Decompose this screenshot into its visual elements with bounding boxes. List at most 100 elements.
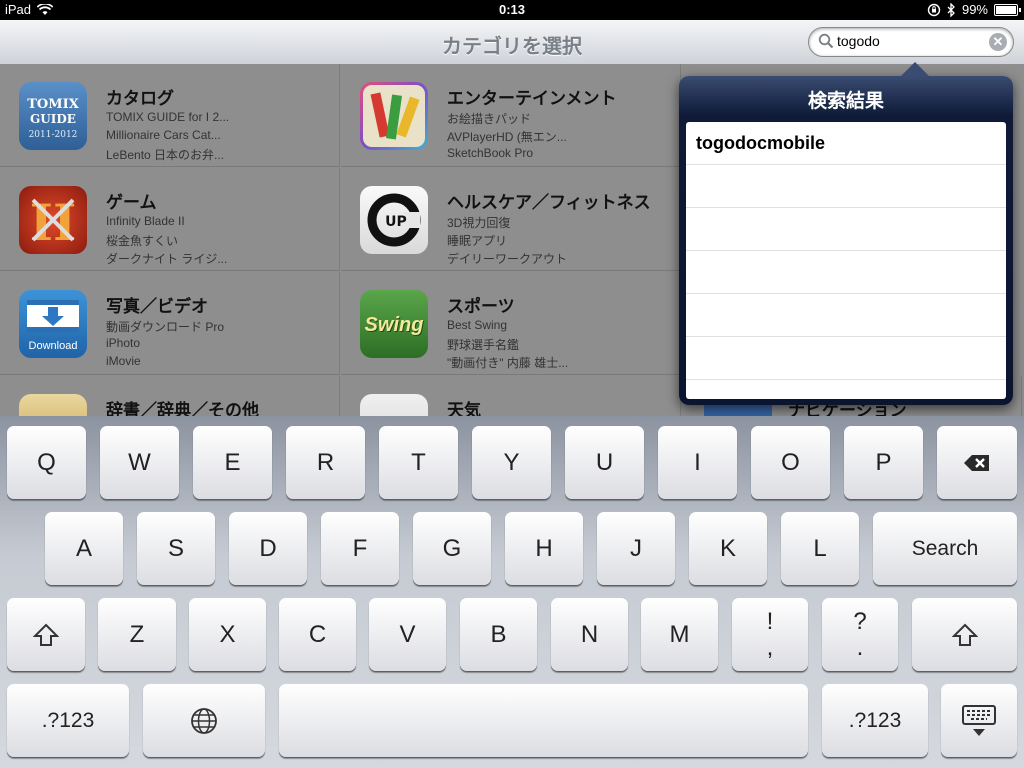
app-name: 睡眠アプリ bbox=[447, 234, 508, 248]
key-i[interactable]: I bbox=[658, 426, 737, 499]
result-row bbox=[686, 165, 1006, 208]
category-photo-video[interactable]: Download 写真／ビデオ 動画ダウンロード Pro iPhoto iMov… bbox=[0, 272, 340, 375]
key-c[interactable]: C bbox=[279, 598, 356, 671]
app-name: Infinity Blade II bbox=[106, 214, 185, 228]
backspace-icon bbox=[964, 454, 989, 471]
navigation-bar: カテゴリを選択 ✕ bbox=[0, 20, 1024, 65]
space-key[interactable] bbox=[279, 684, 808, 757]
shift-key-right[interactable] bbox=[912, 598, 1017, 671]
key-y[interactable]: Y bbox=[472, 426, 551, 499]
key-l[interactable]: L bbox=[781, 512, 859, 585]
category-name: 辞書／辞典／その他 bbox=[106, 401, 259, 416]
key-d[interactable]: D bbox=[229, 512, 307, 585]
popover-arrow bbox=[901, 62, 929, 76]
app-name: 3D視力回復 bbox=[447, 216, 511, 230]
results-list: togodocmobile bbox=[686, 122, 1006, 399]
svg-text:UP: UP bbox=[385, 214, 407, 230]
category-name: 写真／ビデオ bbox=[106, 297, 208, 316]
key-m[interactable]: M bbox=[641, 598, 718, 671]
app-name: Millionaire Cars Cat... bbox=[106, 128, 221, 142]
category-sports[interactable]: Swing スポーツ Best Swing 野球選手名鑑 "動画付き" 内藤 雄… bbox=[341, 272, 681, 375]
app-name: ダークナイト ライジ... bbox=[106, 252, 228, 266]
category-name: エンターテインメント bbox=[447, 89, 617, 108]
globe-icon bbox=[191, 707, 217, 734]
key-s[interactable]: S bbox=[137, 512, 215, 585]
tomix-guide-icon: TOMIX GUIDE 2011-2012 bbox=[19, 82, 87, 150]
result-row bbox=[686, 337, 1006, 380]
question-period-key[interactable]: ? . bbox=[822, 598, 898, 671]
search-results-popover: 検索結果 togodocmobile bbox=[679, 62, 1013, 405]
exclamation-comma-key[interactable]: ! , bbox=[732, 598, 808, 671]
category-health-fitness[interactable]: UP ヘルスケア／フィットネス 3D視力回復 睡眠アプリ デイリーワークアウト bbox=[341, 168, 681, 271]
key-g[interactable]: G bbox=[413, 512, 491, 585]
dismiss-keyboard-key[interactable] bbox=[941, 684, 1017, 757]
key-a[interactable]: A bbox=[45, 512, 123, 585]
app-name: iMovie bbox=[106, 354, 141, 368]
category-name: スポーツ bbox=[447, 297, 515, 316]
app-name: Best Swing bbox=[447, 318, 508, 332]
key-u[interactable]: U bbox=[565, 426, 644, 499]
key-t[interactable]: T bbox=[379, 426, 458, 499]
result-row bbox=[686, 251, 1006, 294]
search-field[interactable]: ✕ bbox=[808, 27, 1014, 57]
popover-title: 検索結果 bbox=[807, 91, 884, 112]
key-q[interactable]: Q bbox=[7, 426, 86, 499]
result-row bbox=[686, 208, 1006, 251]
result-row[interactable]: togodocmobile bbox=[686, 122, 1006, 165]
category-name: カタログ bbox=[106, 89, 174, 108]
key-x[interactable]: X bbox=[189, 598, 266, 671]
app-name: TOMIX GUIDE for I 2... bbox=[106, 110, 230, 124]
key-v[interactable]: V bbox=[369, 598, 446, 671]
key-j[interactable]: J bbox=[597, 512, 675, 585]
clock: 0:13 bbox=[498, 2, 526, 17]
app-name: 桜金魚すくい bbox=[106, 234, 179, 248]
app-name: AVPlayerHD (無エン... bbox=[447, 130, 567, 144]
numbers-key-left[interactable]: .?123 bbox=[7, 684, 129, 757]
icon-label: Download bbox=[28, 340, 78, 352]
category-reference[interactable]: 辞書／辞典／その他 bbox=[0, 376, 340, 416]
key-bottom-char: , bbox=[766, 633, 774, 661]
key-k[interactable]: K bbox=[689, 512, 767, 585]
app-name: SketchBook Pro bbox=[447, 146, 534, 160]
category-catalog[interactable]: TOMIX GUIDE 2011-2012 カタログ TOMIX GUIDE for… bbox=[0, 64, 340, 167]
backspace-key[interactable] bbox=[937, 426, 1017, 499]
svg-text:TOMIX: TOMIX bbox=[27, 97, 79, 112]
globe-key[interactable] bbox=[143, 684, 265, 757]
key-n[interactable]: N bbox=[551, 598, 628, 671]
category-games[interactable]: II ゲーム Infinity Blade II 桜金魚すくい ダークナイト ラ… bbox=[0, 168, 340, 271]
clear-search-icon[interactable]: ✕ bbox=[989, 33, 1007, 51]
key-f[interactable]: F bbox=[321, 512, 399, 585]
key-b[interactable]: B bbox=[460, 598, 537, 671]
app-name: LeBento 日本のお弁... bbox=[106, 148, 225, 162]
key-r[interactable]: R bbox=[286, 426, 365, 499]
category-name: 天気 bbox=[447, 401, 481, 416]
swing-icon: Swing bbox=[360, 290, 428, 358]
weather-icon bbox=[360, 394, 428, 416]
app-name: 野球選手名鑑 bbox=[447, 338, 520, 352]
category-entertainment[interactable]: エンターテインメント お絵描きパッド AVPlayerHD (無エン... Sk… bbox=[341, 64, 681, 167]
key-z[interactable]: Z bbox=[98, 598, 176, 671]
search-input[interactable] bbox=[837, 31, 987, 51]
wisdom-icon bbox=[19, 394, 87, 416]
app-name: 動画ダウンロード Pro bbox=[106, 320, 225, 334]
key-bottom-char: . bbox=[856, 633, 864, 661]
shift-icon bbox=[33, 623, 59, 646]
numbers-key-right[interactable]: .?123 bbox=[822, 684, 928, 757]
keyboard-dismiss-icon bbox=[962, 704, 996, 736]
app-name: デイリーワークアウト bbox=[447, 252, 568, 266]
key-w[interactable]: W bbox=[100, 426, 179, 499]
search-icon bbox=[818, 33, 834, 49]
icon-label: Swing bbox=[364, 314, 424, 336]
c-up-icon: UP bbox=[360, 186, 428, 254]
search-key[interactable]: Search bbox=[873, 512, 1017, 585]
paint-icon bbox=[360, 82, 428, 150]
key-p[interactable]: P bbox=[844, 426, 923, 499]
key-o[interactable]: O bbox=[751, 426, 830, 499]
key-e[interactable]: E bbox=[193, 426, 272, 499]
category-weather[interactable]: 天気 bbox=[341, 376, 681, 416]
status-bar: iPad 0:13 99% bbox=[0, 0, 1024, 20]
infinity-blade-icon: II bbox=[19, 186, 87, 254]
bluetooth-icon bbox=[947, 2, 955, 17]
key-h[interactable]: H bbox=[505, 512, 583, 585]
shift-key-left[interactable] bbox=[7, 598, 85, 671]
